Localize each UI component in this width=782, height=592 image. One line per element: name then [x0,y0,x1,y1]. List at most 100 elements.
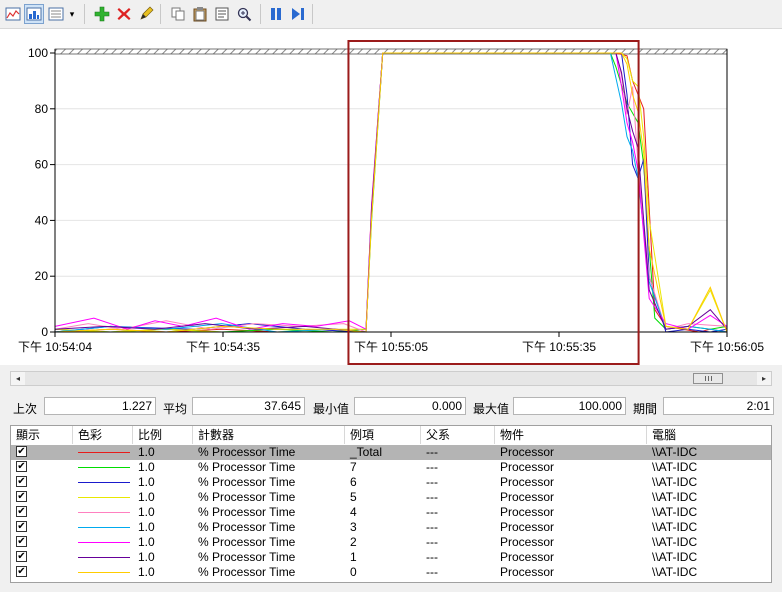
column-header-instance[interactable]: 例項 [345,426,421,444]
average-label: 平均 [163,402,188,416]
scale-cell: 1.0 [138,505,155,519]
view-report-icon[interactable] [46,4,66,24]
update-data-icon[interactable] [288,4,308,24]
scroll-right-arrow-icon[interactable]: ▸ [757,372,771,385]
toolbar: ▾ [0,0,782,29]
statistics-bar: 上次 1.227 平均 37.645 最小值 0.000 最大值 100.000… [0,397,782,417]
table-row[interactable]: ✔ 1.0 % Processor Time 6 --- Processor \\AT-ID… [11,475,771,490]
maximum-value: 100.000 [513,397,626,415]
column-header-computer[interactable]: 電腦 [647,426,771,444]
performance-graph[interactable]: 0 20 40 60 80 100 下午 10:54:04 下午 10:54:35 下午 10:… [0,29,782,365]
object-cell: Processor [500,535,555,549]
column-header-color[interactable]: 色彩 [73,426,133,444]
counter-cell: % Processor Time [198,475,296,489]
parent-cell: --- [426,520,438,534]
counter-cell: % Processor Time [198,505,296,519]
scrollbar-grip [708,376,709,381]
zoom-icon[interactable] [234,4,254,24]
show-checkbox[interactable]: ✔ [16,536,27,547]
computer-cell: \\AT-IDC [652,505,698,519]
object-cell: Processor [500,475,555,489]
scrollbar-grip [705,376,706,381]
object-cell: Processor [500,520,555,534]
instance-cell: _Total [350,445,383,459]
scale-cell: 1.0 [138,520,155,534]
table-row[interactable]: ✔ 1.0 % Processor Time _Total --- Processor \\… [11,445,771,460]
delete-counter-icon[interactable] [114,4,134,24]
column-header-show[interactable]: 顯示 [11,426,73,444]
dropdown-arrow-icon[interactable]: ▾ [66,4,78,24]
paste-counter-list-icon[interactable] [190,4,210,24]
table-row[interactable]: ✔ 1.0 % Processor Time 5 --- Processor \\AT-ID… [11,490,771,505]
color-swatch [78,557,130,558]
y-tick-label: 40 [35,213,49,227]
color-swatch [78,467,130,468]
scroll-left-arrow-icon[interactable]: ◂ [11,372,25,385]
column-header-parent[interactable]: 父系 [421,426,495,444]
color-swatch [78,542,130,543]
counter-cell: % Processor Time [198,520,296,534]
properties-icon[interactable] [212,4,232,24]
instance-cell: 0 [350,565,357,579]
y-tick-label: 80 [35,102,49,116]
view-histogram-icon[interactable] [24,4,44,24]
show-checkbox[interactable]: ✔ [16,446,27,457]
show-checkbox[interactable]: ✔ [16,506,27,517]
parent-cell: --- [426,460,438,474]
add-counter-icon[interactable] [92,4,112,24]
instance-cell: 2 [350,535,357,549]
parent-cell: --- [426,445,438,459]
minimum-label: 最小值 [313,402,350,416]
x-tick-label: 下午 10:55:05 [354,340,428,354]
toolbar-separator [84,4,85,24]
counter-cell: % Processor Time [198,445,296,459]
duration-value: 2:01 [663,397,774,415]
table-row[interactable]: ✔ 1.0 % Processor Time 4 --- Processor \\AT-ID… [11,505,771,520]
scale-cell: 1.0 [138,535,155,549]
table-row[interactable]: ✔ 1.0 % Processor Time 3 --- Processor \\AT-ID… [11,520,771,535]
counter-cell: % Processor Time [198,535,296,549]
counter-cell: % Processor Time [198,490,296,504]
x-tick-label: 下午 10:54:04 [18,340,92,354]
x-tick-label: 下午 10:56:05 [690,340,764,354]
object-cell: Processor [500,490,555,504]
time-scrollbar[interactable]: ◂ ▸ [10,371,772,386]
column-header-object[interactable]: 物件 [495,426,647,444]
y-tick-label: 60 [35,158,49,172]
table-row[interactable]: ✔ 1.0 % Processor Time 1 --- Processor \\AT-ID… [11,550,771,565]
object-cell: Processor [500,460,555,474]
computer-cell: \\AT-IDC [652,445,698,459]
table-row[interactable]: ✔ 1.0 % Processor Time 0 --- Processor \\AT-ID… [11,565,771,580]
instance-cell: 7 [350,460,357,474]
computer-cell: \\AT-IDC [652,460,698,474]
view-graph-icon[interactable] [3,4,23,24]
computer-cell: \\AT-IDC [652,535,698,549]
column-header-scale[interactable]: 比例 [133,426,193,444]
scale-cell: 1.0 [138,445,155,459]
color-swatch [78,497,130,498]
counter-cell: % Processor Time [198,550,296,564]
color-swatch [78,527,130,528]
duration-label: 期間 [633,402,658,416]
scale-cell: 1.0 [138,550,155,564]
color-swatch [78,512,130,513]
show-checkbox[interactable]: ✔ [16,476,27,487]
scale-cell: 1.0 [138,490,155,504]
table-row[interactable]: ✔ 1.0 % Processor Time 7 --- Processor \\AT-ID… [11,460,771,475]
computer-cell: \\AT-IDC [652,565,698,579]
scrollbar-thumb[interactable] [693,373,723,384]
copy-properties-icon[interactable] [168,4,188,24]
instance-cell: 5 [350,490,357,504]
show-checkbox[interactable]: ✔ [16,461,27,472]
show-checkbox[interactable]: ✔ [16,491,27,502]
show-checkbox[interactable]: ✔ [16,566,27,577]
average-value: 37.645 [192,397,305,415]
column-header-counter[interactable]: 計數器 [193,426,345,444]
scrollbar-grip [711,376,712,381]
show-checkbox[interactable]: ✔ [16,521,27,532]
highlight-icon[interactable] [136,4,156,24]
show-checkbox[interactable]: ✔ [16,551,27,562]
freeze-display-icon[interactable] [266,4,286,24]
computer-cell: \\AT-IDC [652,475,698,489]
table-row[interactable]: ✔ 1.0 % Processor Time 2 --- Processor \\AT-ID… [11,535,771,550]
